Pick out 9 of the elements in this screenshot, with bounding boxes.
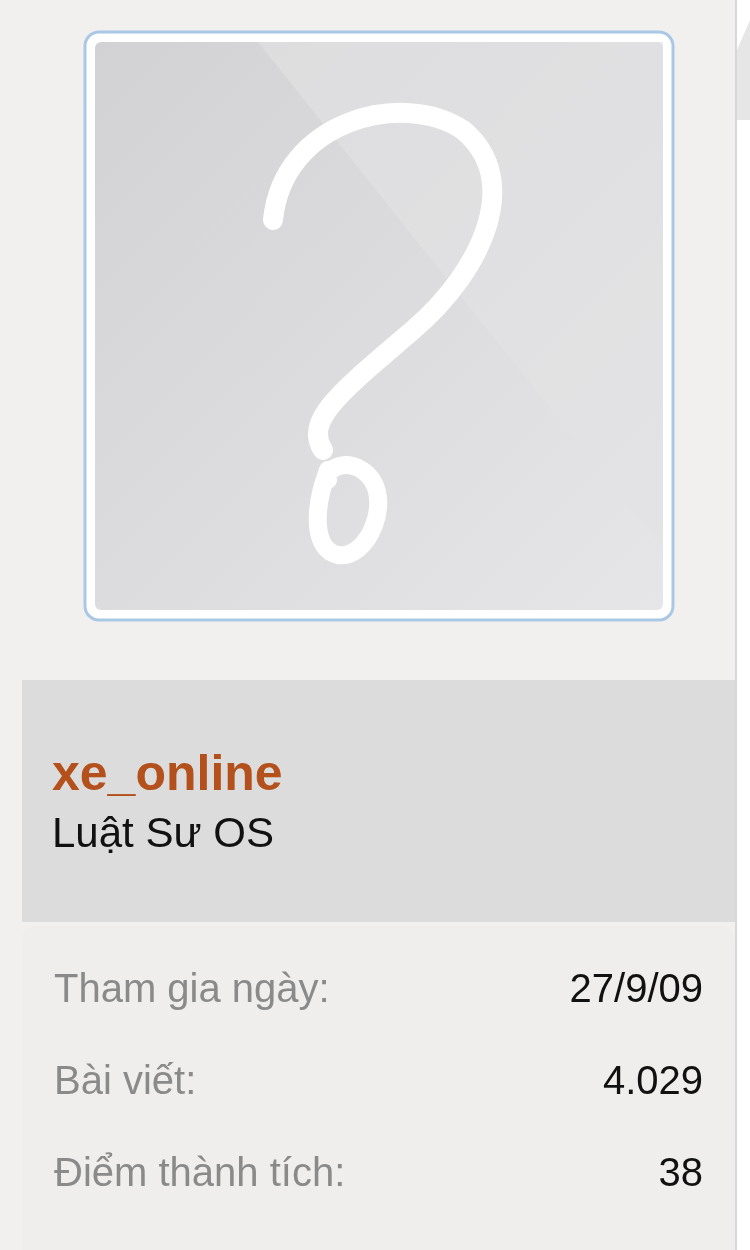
- stat-label: Điểm thành tích:: [54, 1152, 346, 1192]
- stat-value: 27/9/09: [569, 968, 703, 1008]
- stat-label: Bài viết:: [54, 1060, 197, 1100]
- stat-label: Tham gia ngày:: [54, 968, 330, 1008]
- user-title: Luật Sư OS: [52, 812, 275, 854]
- question-mark-avatar-icon: [82, 30, 675, 622]
- stat-value: 38: [658, 1152, 703, 1192]
- username[interactable]: xe_online: [52, 748, 705, 798]
- stat-value: 4.029: [602, 1060, 703, 1100]
